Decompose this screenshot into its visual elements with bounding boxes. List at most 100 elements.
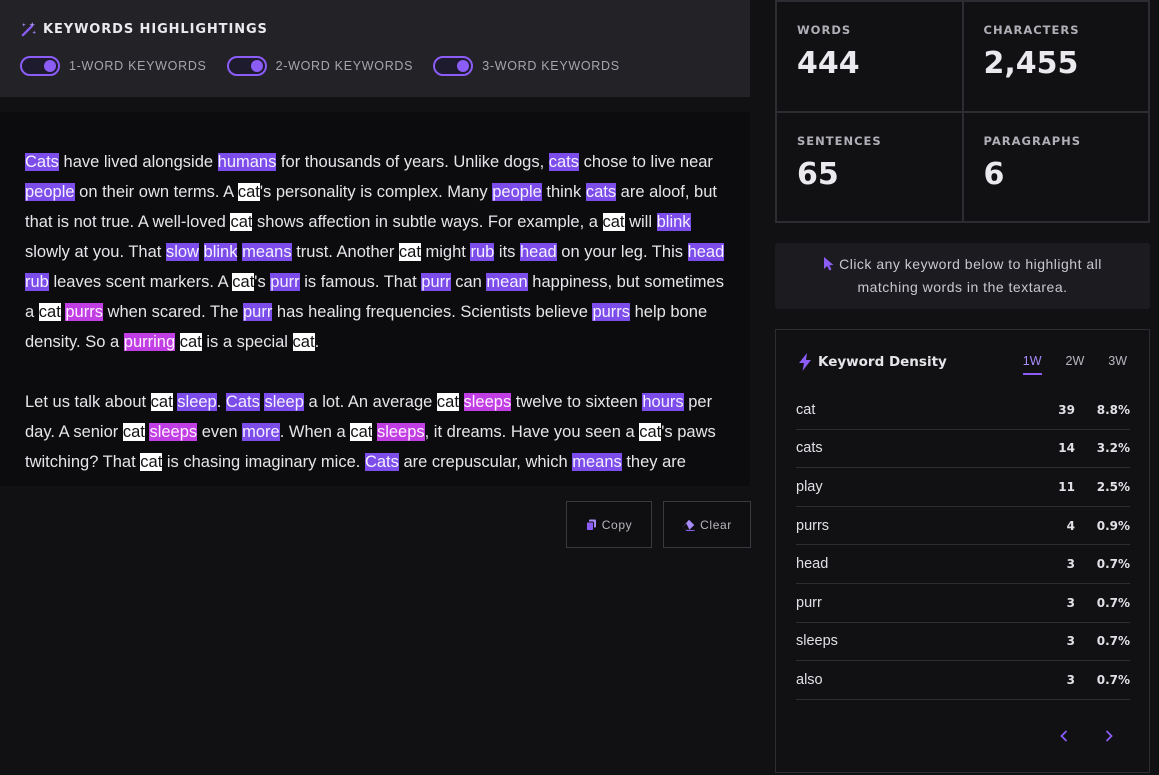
toggle-switch[interactable]: [20, 56, 60, 76]
text-area[interactable]: Cats have lived alongside humans for tho…: [0, 112, 750, 486]
next-page-button[interactable]: [1099, 726, 1119, 746]
highlighted-keyword[interactable]: Cats: [225, 393, 260, 411]
highlighted-keyword[interactable]: cat: [292, 333, 315, 351]
text-segment: .: [314, 333, 320, 351]
highlighted-keyword[interactable]: head: [520, 243, 557, 261]
highlighted-keyword[interactable]: cat: [639, 423, 662, 441]
highlighted-keyword[interactable]: slow: [165, 243, 199, 261]
text-segment: for thousands of years. Unlike dogs,: [276, 153, 549, 171]
highlighted-keyword[interactable]: more: [242, 423, 280, 441]
highlighted-keyword[interactable]: means: [572, 453, 622, 471]
tab-3w[interactable]: 3W: [1108, 354, 1127, 375]
stat-label: CHARACTERS: [983, 23, 1080, 37]
highlighted-keyword[interactable]: cat: [237, 183, 260, 201]
tab-1w[interactable]: 1W: [1022, 354, 1042, 375]
highlighted-keyword[interactable]: cats: [585, 183, 617, 201]
density-count: 11: [1058, 479, 1075, 494]
density-count: 4: [1066, 518, 1075, 533]
highlighted-text[interactable]: Cats have lived alongside humans for tho…: [0, 112, 750, 477]
highlighted-keyword[interactable]: people: [492, 183, 542, 201]
tab-2w[interactable]: 2W: [1066, 354, 1085, 375]
density-count: 3: [1066, 634, 1075, 649]
density-word: head: [796, 556, 829, 573]
highlighted-keyword[interactable]: blink: [656, 213, 691, 231]
text-segment: are crepuscular, which: [398, 453, 573, 471]
density-pager: [1029, 726, 1119, 746]
density-pct: 0.7%: [1096, 672, 1130, 687]
highlighted-keyword[interactable]: cat: [38, 303, 61, 321]
highlighted-keyword[interactable]: means: [242, 243, 292, 261]
text-stats: WORDS 444 CHARACTERS 2,455 SENTENCES 65 …: [775, 0, 1150, 223]
highlighted-keyword[interactable]: sleep: [177, 393, 217, 411]
highlighted-keyword[interactable]: cat: [230, 213, 253, 231]
highlighted-keyword[interactable]: cat: [436, 393, 459, 411]
highlight-header: KEYWORDS HIGHLIGHTINGS 1-WORD KEYWORDS 2-…: [0, 0, 750, 97]
highlighted-keyword[interactable]: cat: [140, 453, 163, 471]
highlighted-keyword[interactable]: purrs: [65, 303, 103, 321]
density-row[interactable]: cats 14 3.2%: [796, 430, 1130, 469]
highlighted-keyword[interactable]: purring: [123, 333, 176, 351]
highlighted-keyword[interactable]: people: [25, 183, 75, 201]
text-segment: is chasing imaginary mice.: [162, 453, 365, 471]
highlighted-keyword[interactable]: purr: [421, 273, 451, 291]
toggle-label: 2-WORD KEYWORDS: [275, 59, 414, 73]
text-segment: is famous. That: [299, 273, 422, 291]
highlighted-keyword[interactable]: sleeps: [376, 423, 425, 441]
hint-line-2: matching words in the textarea.: [857, 279, 1068, 295]
copy-button[interactable]: Copy: [566, 501, 652, 548]
density-row[interactable]: play 11 2.5%: [796, 468, 1130, 507]
highlighted-keyword[interactable]: cat: [350, 423, 373, 441]
density-word: purr: [796, 594, 822, 611]
stat-words: WORDS 444: [776, 1, 963, 112]
density-row[interactable]: also 3 0.7%: [796, 661, 1130, 700]
highlighted-keyword[interactable]: purrs: [592, 303, 631, 321]
text-segment: leaves scent markers. A: [48, 273, 233, 291]
highlighted-keyword[interactable]: sleeps: [463, 393, 512, 411]
highlighted-keyword[interactable]: humans: [217, 153, 277, 171]
keyword-toggle-3[interactable]: 3-WORD KEYWORDS: [433, 56, 620, 76]
toggle-switch[interactable]: [433, 56, 474, 76]
highlighted-keyword[interactable]: cats: [548, 153, 580, 171]
text-segment: twelve to sixteen: [511, 393, 643, 411]
highlighted-keyword[interactable]: cat: [398, 243, 421, 261]
prev-page-button[interactable]: [1054, 726, 1074, 746]
density-word: play: [796, 478, 823, 495]
text-segment: 's: [254, 273, 271, 291]
density-pct: 0.9%: [1096, 518, 1130, 533]
highlighted-keyword[interactable]: Cats: [364, 453, 399, 471]
density-word: cats: [796, 440, 823, 457]
highlighted-keyword[interactable]: rub: [470, 243, 495, 261]
highlighted-keyword[interactable]: sleep: [264, 393, 304, 411]
highlighted-keyword[interactable]: hours: [642, 393, 684, 411]
density-row[interactable]: purrs 4 0.9%: [796, 507, 1130, 546]
highlighted-keyword[interactable]: head: [687, 243, 725, 261]
density-row[interactable]: head 3 0.7%: [796, 545, 1130, 584]
clear-button[interactable]: Clear: [663, 501, 751, 548]
stat-value: 65: [797, 156, 839, 192]
density-tabs: 1W 2W 3W: [999, 354, 1127, 375]
highlighted-keyword[interactable]: cat: [150, 393, 173, 411]
density-row[interactable]: purr 3 0.7%: [796, 584, 1130, 623]
highlighted-keyword[interactable]: rub: [25, 273, 49, 291]
keyword-toggle-2[interactable]: 2-WORD KEYWORDS: [226, 56, 414, 76]
toggle-switch[interactable]: [226, 56, 267, 76]
text-segment: have lived alongside: [58, 153, 218, 171]
density-row[interactable]: sleeps 3 0.7%: [796, 623, 1130, 662]
highlighted-keyword[interactable]: mean: [486, 273, 528, 291]
text-segment: might: [420, 243, 471, 261]
highlighted-keyword[interactable]: blink: [203, 243, 238, 261]
toggle-label: 3-WORD KEYWORDS: [482, 59, 620, 73]
text-segment: has healing frequencies. Scientists beli…: [272, 303, 593, 321]
keyword-toggle-1[interactable]: 1-WORD KEYWORDS: [20, 56, 207, 76]
highlighted-keyword[interactable]: sleeps: [149, 423, 198, 441]
hint-line-1: Click any keyword below to highlight all: [839, 256, 1102, 272]
highlighted-keyword[interactable]: cat: [122, 423, 145, 441]
density-row[interactable]: cat 39 8.8%: [796, 391, 1130, 430]
highlighted-keyword[interactable]: purr: [243, 303, 273, 321]
highlighted-keyword[interactable]: cat: [232, 273, 255, 291]
highlighted-keyword[interactable]: cat: [179, 333, 202, 351]
highlighted-keyword[interactable]: cat: [602, 213, 625, 231]
highlighted-keyword[interactable]: purr: [270, 273, 300, 291]
copy-button-label: Copy: [601, 517, 633, 532]
highlighted-keyword[interactable]: Cats: [25, 153, 59, 171]
